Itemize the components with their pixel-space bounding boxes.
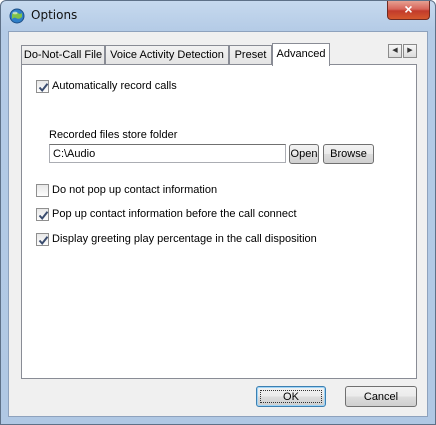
tab-scroll-right-button[interactable]: ▶ [403,44,417,58]
window-title: Options [31,8,78,22]
greeting-percentage-label: Display greeting play percentage in the … [52,233,317,245]
close-button[interactable]: × [387,1,430,20]
tab-preset[interactable]: Preset [229,45,272,65]
close-icon: × [404,1,413,17]
ok-button[interactable]: OK [256,386,326,407]
title-bar[interactable]: Options × [1,1,435,31]
auto-record-label: Automatically record calls [52,80,177,92]
tab-label: Voice Activity Detection [110,49,224,61]
store-folder-input[interactable] [49,144,286,163]
popup-before-connect-label: Pop up contact information before the ca… [52,208,297,220]
browse-folder-button[interactable]: Browse [323,144,374,164]
focus-ring [260,390,322,403]
tab-label: Do-Not-Call File [23,49,103,61]
checkmark-icon [38,236,49,246]
chevron-right-icon: ▶ [407,47,413,54]
auto-record-checkbox[interactable] [36,80,49,93]
tab-label: Advanced [276,48,326,60]
tab-scroll-left-button[interactable]: ◀ [388,44,402,58]
tab-label: Preset [234,49,267,61]
checkmark-icon [38,83,49,93]
tab-voice-activity-detection[interactable]: Voice Activity Detection [105,45,229,65]
no-popup-checkbox[interactable] [36,184,49,197]
greeting-percentage-checkbox[interactable] [36,233,49,246]
advanced-tab-panel: Automatically record calls Recorded file… [21,64,417,379]
store-folder-label: Recorded files store folder [49,129,178,141]
tab-advanced[interactable]: Advanced [272,43,330,66]
cancel-button[interactable]: Cancel [345,386,417,407]
dialog-client-area: Do-Not-Call File Voice Activity Detectio… [8,31,428,417]
tab-do-not-call-file[interactable]: Do-Not-Call File [21,45,105,65]
no-popup-label: Do not pop up contact information [52,184,218,196]
chevron-left-icon: ◀ [392,47,398,54]
open-folder-button[interactable]: Open [289,144,319,164]
popup-before-connect-checkbox[interactable] [36,208,49,221]
app-globe-icon [9,8,25,24]
options-window: Options × Do-Not-Call File Voice Activit… [0,0,436,425]
checkmark-icon [38,211,49,221]
